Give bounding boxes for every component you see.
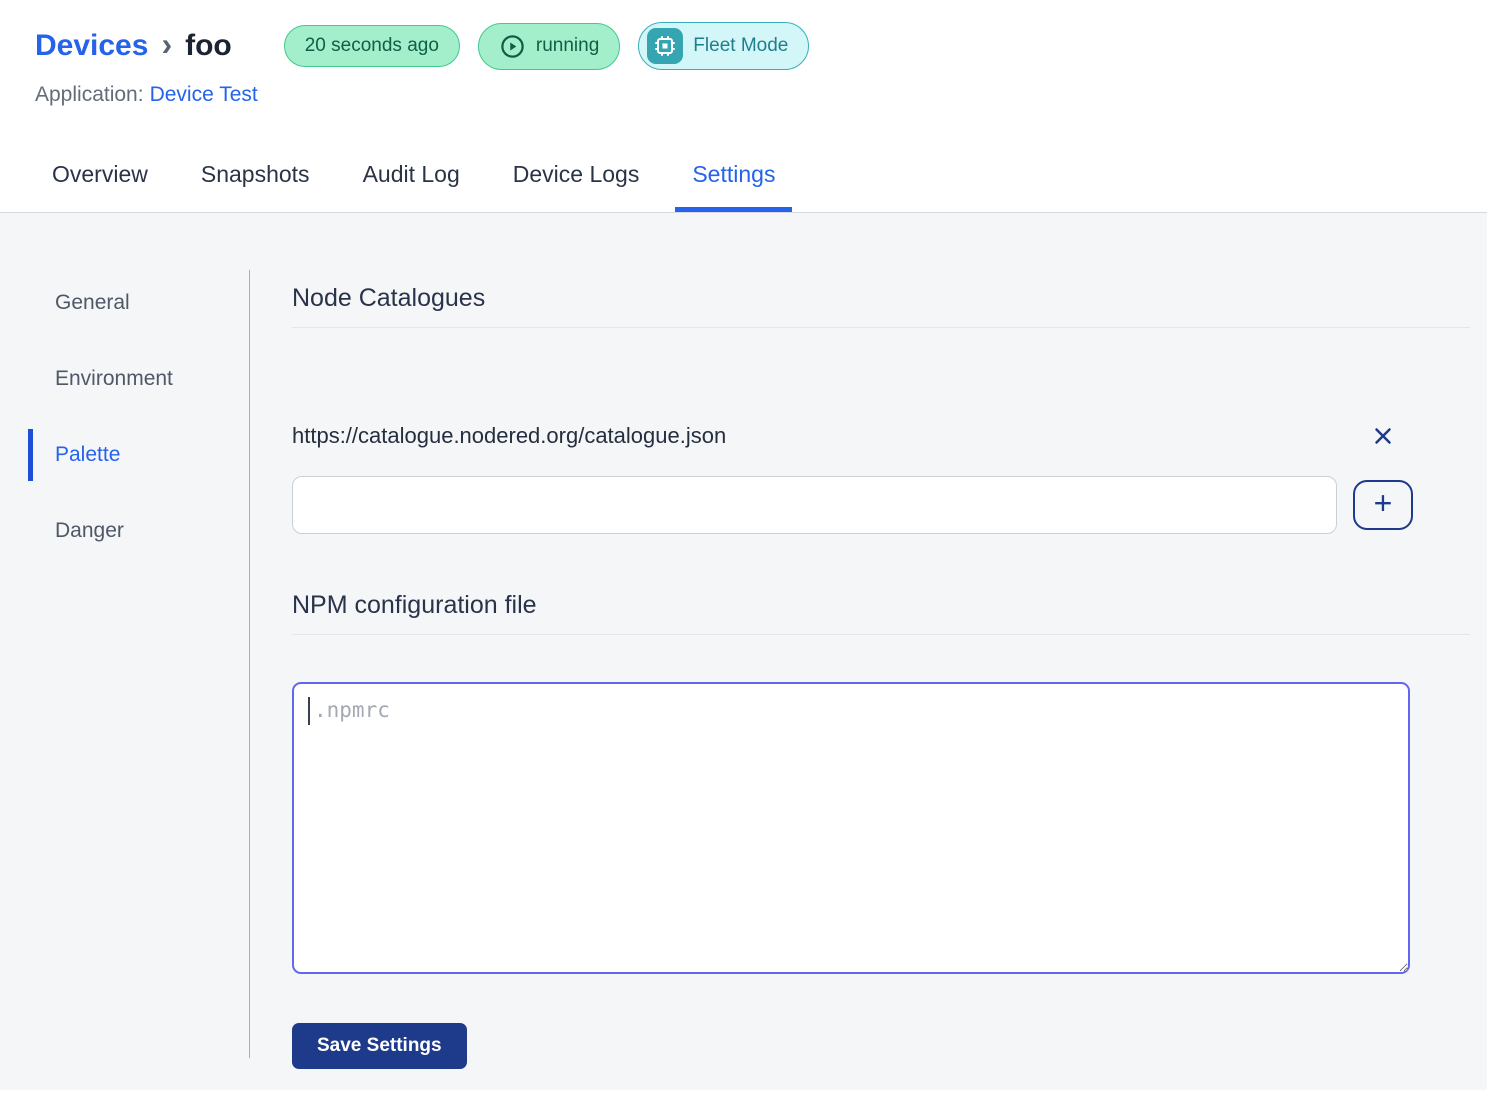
npm-config-textarea[interactable] (292, 682, 1410, 974)
fleet-mode-label: Fleet Mode (693, 35, 788, 57)
catalogue-entry-row: https://catalogue.nodered.org/catalogue.… (292, 423, 1413, 449)
running-status-label: running (536, 35, 599, 57)
new-catalogue-input[interactable] (292, 476, 1337, 534)
npm-config-textarea-wrap (292, 682, 1410, 974)
npm-config-section: NPM configuration file (292, 591, 1470, 974)
application-row: Application: Device Test (0, 70, 1487, 107)
close-icon (1370, 423, 1396, 449)
node-catalogues-section: Node Catalogues https://catalogue.nodere… (292, 284, 1470, 534)
palette-settings-panel: Node Catalogues https://catalogue.nodere… (250, 213, 1487, 1090)
sidebar-item-danger[interactable]: Danger (0, 493, 250, 569)
tab-snapshots[interactable]: Snapshots (184, 157, 327, 212)
application-label: Application: (35, 83, 144, 106)
page-header: Devices › foo 20 seconds ago running (0, 0, 1487, 213)
tab-device-logs[interactable]: Device Logs (496, 157, 657, 212)
last-seen-badge-label: 20 seconds ago (305, 35, 439, 57)
status-badges: 20 seconds ago running Fleet Mode (284, 22, 810, 70)
npm-config-title: NPM configuration file (292, 591, 1470, 635)
sidebar-item-general[interactable]: General (0, 265, 250, 341)
tab-settings[interactable]: Settings (675, 157, 792, 212)
fleet-mode-badge: Fleet Mode (638, 22, 809, 70)
last-seen-badge: 20 seconds ago (284, 25, 460, 67)
settings-content: General Environment Palette Danger Node … (0, 213, 1487, 1090)
application-link[interactable]: Device Test (150, 83, 258, 106)
tab-bar: Overview Snapshots Audit Log Device Logs… (0, 157, 1487, 213)
sidebar-item-palette[interactable]: Palette (0, 417, 250, 493)
sidebar-item-environment[interactable]: Environment (0, 341, 250, 417)
plus-icon: + (1374, 487, 1393, 519)
breadcrumb-devices-link[interactable]: Devices (35, 29, 148, 63)
play-circle-icon (499, 33, 526, 60)
remove-catalogue-button[interactable] (1353, 423, 1413, 449)
tab-audit-log[interactable]: Audit Log (346, 157, 477, 212)
chevron-right-icon: › (161, 28, 172, 60)
save-settings-button[interactable]: Save Settings (292, 1023, 467, 1069)
breadcrumb-current-device: foo (185, 29, 232, 63)
node-catalogues-title: Node Catalogues (292, 284, 1470, 328)
settings-sidebar: General Environment Palette Danger (0, 213, 250, 1090)
tab-overview[interactable]: Overview (35, 157, 165, 212)
add-catalogue-row: + (292, 476, 1413, 534)
add-catalogue-button[interactable]: + (1353, 480, 1413, 530)
running-status-badge: running (478, 23, 620, 70)
catalogue-url: https://catalogue.nodered.org/catalogue.… (292, 423, 1353, 449)
chip-icon (647, 28, 683, 64)
breadcrumb: Devices › foo 20 seconds ago running (0, 0, 1487, 70)
